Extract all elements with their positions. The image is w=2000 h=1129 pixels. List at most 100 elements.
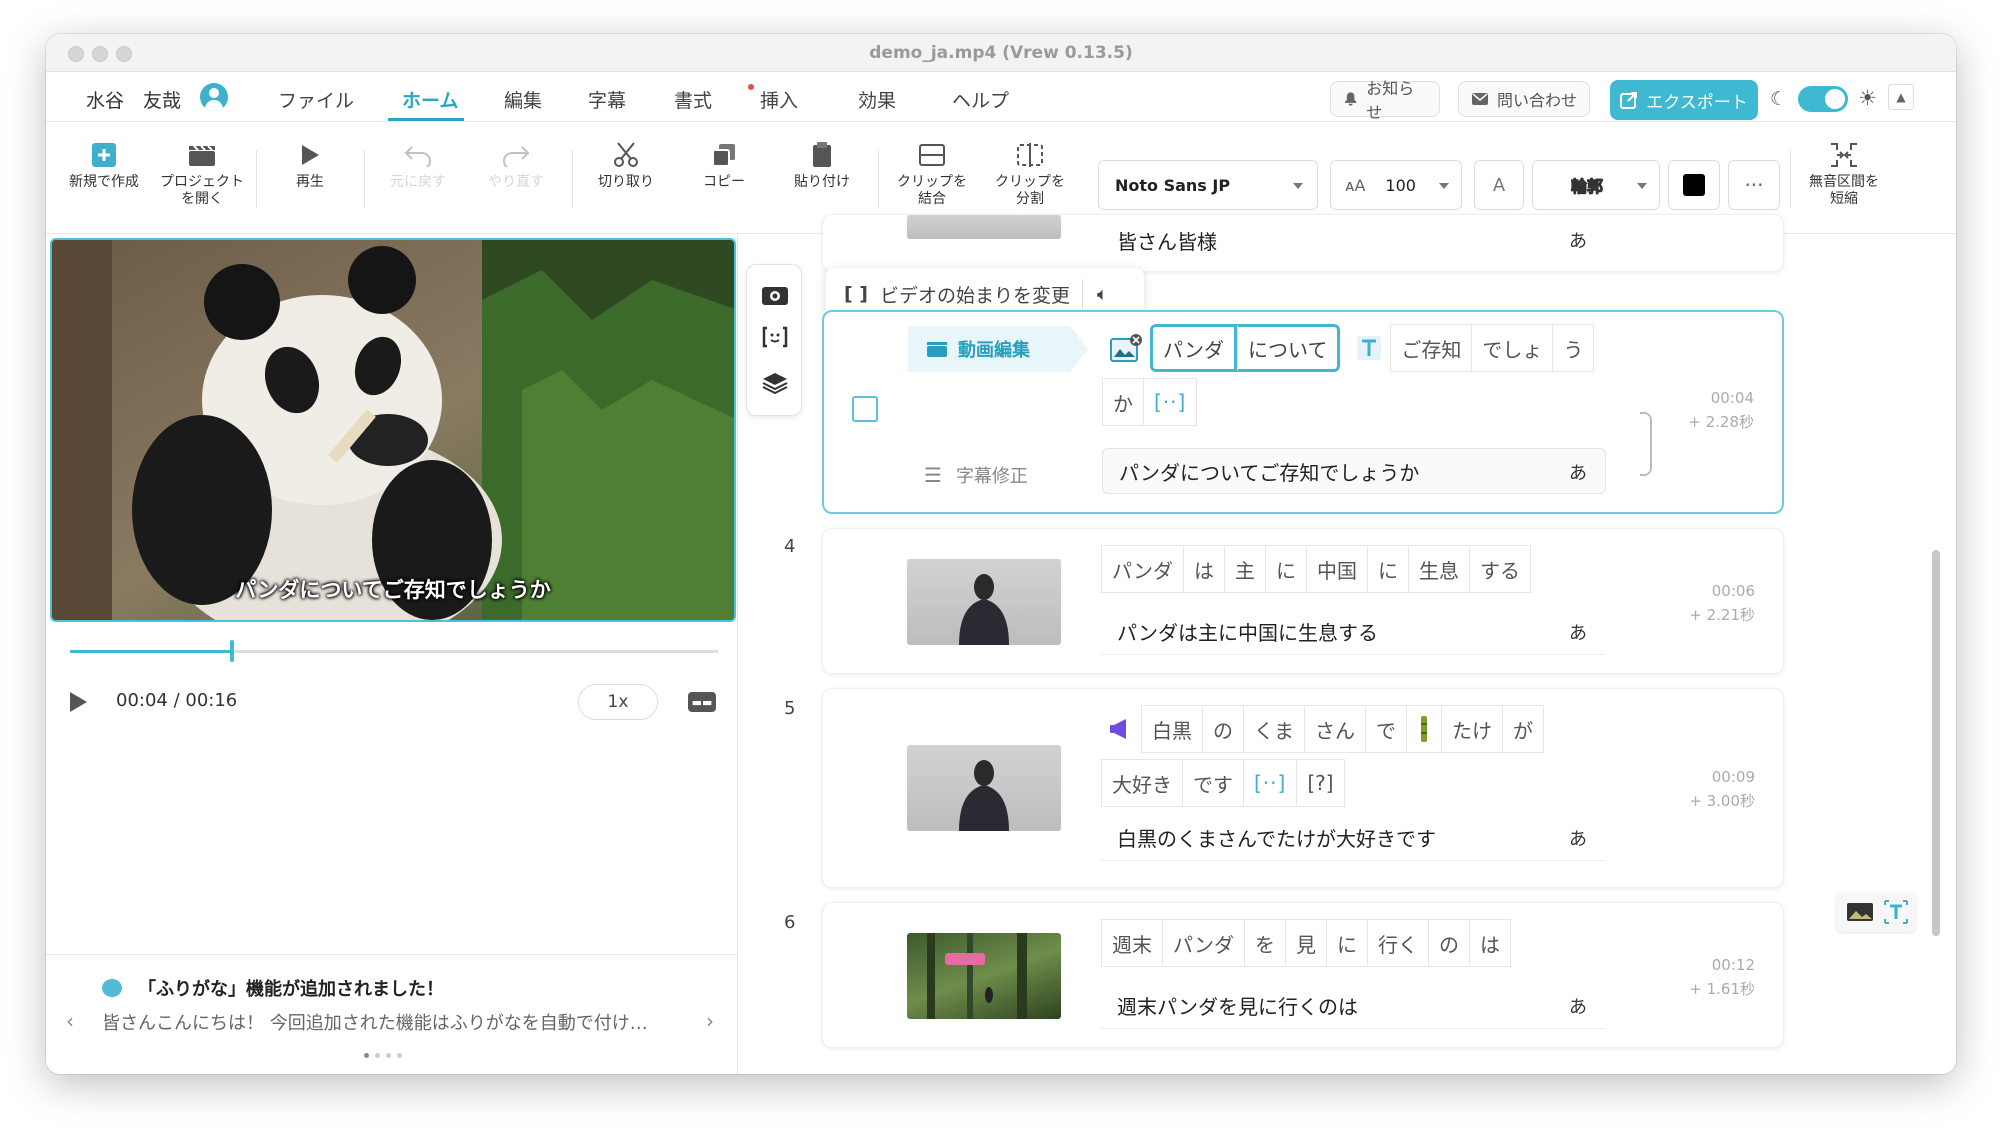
word-chip[interactable]: に: [1367, 545, 1408, 593]
speaker-icon[interactable]: 🔈︎: [1097, 284, 1108, 305]
play-icon[interactable]: [70, 692, 87, 712]
notice-button[interactable]: お知らせ: [1330, 79, 1440, 122]
font-family-select[interactable]: Noto Sans JP: [1098, 160, 1318, 210]
word-chip[interactable]: 週末: [1101, 919, 1162, 967]
text-color-button[interactable]: A: [1474, 160, 1524, 210]
carousel-dot[interactable]: [386, 1053, 391, 1058]
furigana-icon[interactable]: あ: [1569, 619, 1591, 644]
emoji-insert-word[interactable]: [1101, 705, 1141, 753]
word-chip[interactable]: う: [1552, 324, 1595, 372]
clip-card-3[interactable]: 動画編集 パンダ について ご存知 でしょ う か [··] 00:04 + 2…: [822, 310, 1784, 514]
avatar[interactable]: [200, 83, 228, 111]
word-chip[interactable]: 白黒: [1141, 705, 1202, 753]
silence-chip[interactable]: [··]: [1143, 378, 1198, 426]
split-clip-button[interactable]: クリップを 分割: [982, 136, 1078, 208]
paste-button[interactable]: 貼り付け: [774, 136, 870, 191]
cut-button[interactable]: 切り取り: [578, 136, 674, 191]
bamboo-insert-word[interactable]: [1406, 705, 1441, 753]
word-chip[interactable]: について: [1237, 324, 1341, 372]
clip-thumbnail[interactable]: [907, 745, 1061, 831]
furigana-icon[interactable]: あ: [1569, 459, 1591, 484]
new-project-button[interactable]: 新規で作成: [56, 136, 152, 191]
outline-color-swatch[interactable]: [1668, 160, 1720, 210]
chevron-right-icon[interactable]: ›: [706, 1009, 714, 1033]
carousel-dot[interactable]: [375, 1053, 380, 1058]
collapse-toolbar-button[interactable]: ▲: [1888, 84, 1914, 110]
undo-button[interactable]: 元に戻す: [370, 136, 466, 191]
video-preview[interactable]: パンダについてご存知でしょうか: [50, 238, 736, 622]
word-chip[interactable]: ご存知: [1390, 324, 1472, 372]
text-t-icon[interactable]: [1882, 898, 1910, 926]
word-chip[interactable]: 中国: [1306, 545, 1367, 593]
text-insert-word[interactable]: [1348, 324, 1391, 372]
word-chip[interactable]: パンダ: [1162, 919, 1244, 967]
more-options-button[interactable]: ···: [1728, 160, 1780, 210]
word-chip[interactable]: する: [1469, 545, 1531, 593]
tab-help[interactable]: ヘルプ: [952, 86, 1009, 113]
video-edit-tag[interactable]: 動画編集: [908, 326, 1088, 372]
word-chip[interactable]: パンダ: [1101, 545, 1183, 593]
carousel-dot[interactable]: [364, 1053, 369, 1058]
caption-toggle-button[interactable]: ▬▬: [688, 692, 716, 712]
tab-insert[interactable]: 挿入: [760, 86, 798, 113]
word-chip[interactable]: の: [1202, 705, 1243, 753]
clip-thumbnail[interactable]: [907, 933, 1061, 1019]
word-chip[interactable]: に: [1326, 919, 1367, 967]
word-chip[interactable]: で: [1365, 705, 1406, 753]
contact-button[interactable]: 問い合わせ: [1458, 81, 1590, 117]
clip-thumbnail[interactable]: [907, 559, 1061, 645]
word-chip[interactable]: パンダ: [1150, 324, 1237, 372]
word-chip[interactable]: を: [1244, 919, 1285, 967]
clip-card-5[interactable]: 白黒 の くま さん で たけ が 大好き です [··] [?] 00:09 …: [822, 688, 1784, 888]
clip-thumbnail[interactable]: [907, 215, 1061, 239]
playback-speed-button[interactable]: 1x: [578, 684, 658, 720]
word-chip[interactable]: 行く: [1367, 919, 1428, 967]
subtitle-edit-field[interactable]: パンダについてご存知でしょうか あ: [1102, 448, 1606, 494]
export-button[interactable]: エクスポート: [1610, 80, 1758, 120]
clip-subtitle[interactable]: 週末パンダを見に行くのは あ: [1101, 983, 1605, 1029]
clip-select-checkbox[interactable]: [852, 396, 878, 422]
word-chip[interactable]: さん: [1304, 705, 1365, 753]
font-size-select[interactable]: ᴀA 100: [1330, 160, 1462, 210]
change-start-button[interactable]: [761, 325, 789, 349]
timeline-handle[interactable]: [230, 640, 234, 662]
play-button[interactable]: 再生: [262, 136, 358, 191]
word-chip[interactable]: か: [1102, 378, 1143, 426]
word-chip[interactable]: くま: [1243, 705, 1304, 753]
clip-subtitle[interactable]: 白黒のくまさんでたけが大好きです あ: [1101, 815, 1605, 861]
tab-effects[interactable]: 効果: [858, 86, 896, 113]
redo-button[interactable]: やり直す: [468, 136, 564, 191]
word-chip[interactable]: 生息: [1408, 545, 1469, 593]
scrollbar-thumb[interactable]: [1932, 550, 1940, 936]
shorten-silence-button[interactable]: 無音区間を 短縮: [1796, 136, 1892, 208]
clip-subtitle[interactable]: パンダは主に中国に生息する あ: [1101, 609, 1605, 655]
word-chip[interactable]: が: [1502, 705, 1544, 753]
snapshot-button[interactable]: [761, 283, 789, 307]
word-chip[interactable]: 大好き: [1101, 759, 1182, 807]
clip-card-2[interactable]: 皆さん皆様 あ: [822, 214, 1784, 272]
word-chip[interactable]: の: [1428, 919, 1469, 967]
layers-button[interactable]: [761, 371, 789, 395]
word-chip[interactable]: に: [1265, 545, 1306, 593]
word-chip[interactable]: たけ: [1441, 705, 1502, 753]
news-body[interactable]: 皆さんこんにちは！ 今回追加された機能はふりがなを自動で付け…: [102, 1009, 682, 1035]
word-chip[interactable]: です: [1182, 759, 1243, 807]
unknown-chip[interactable]: [?]: [1296, 759, 1345, 807]
furigana-icon[interactable]: あ: [1569, 227, 1591, 252]
chevron-left-icon[interactable]: ‹: [66, 1009, 74, 1033]
word-chip[interactable]: は: [1183, 545, 1224, 593]
open-project-button[interactable]: プロジェクト を開く: [154, 136, 250, 208]
tab-file[interactable]: ファイル: [278, 86, 354, 113]
clip-subtitle[interactable]: 皆さん皆様 あ: [1101, 217, 1605, 263]
carousel-dot[interactable]: [397, 1053, 402, 1058]
tab-edit[interactable]: 編集: [504, 86, 542, 113]
tab-format[interactable]: 書式: [674, 86, 712, 113]
furigana-icon[interactable]: あ: [1569, 993, 1591, 1018]
clip-card-6[interactable]: 週末 パンダ を 見 に 行く の は 00:12 + 1.61秒 週末パンダを…: [822, 902, 1784, 1048]
panel-divider[interactable]: [737, 234, 738, 1074]
silence-chip[interactable]: [··]: [1243, 759, 1297, 807]
word-chip[interactable]: 見: [1285, 919, 1326, 967]
word-chip[interactable]: 主: [1224, 545, 1265, 593]
theme-toggle[interactable]: [1798, 86, 1848, 112]
tab-home[interactable]: ホーム: [402, 86, 458, 113]
